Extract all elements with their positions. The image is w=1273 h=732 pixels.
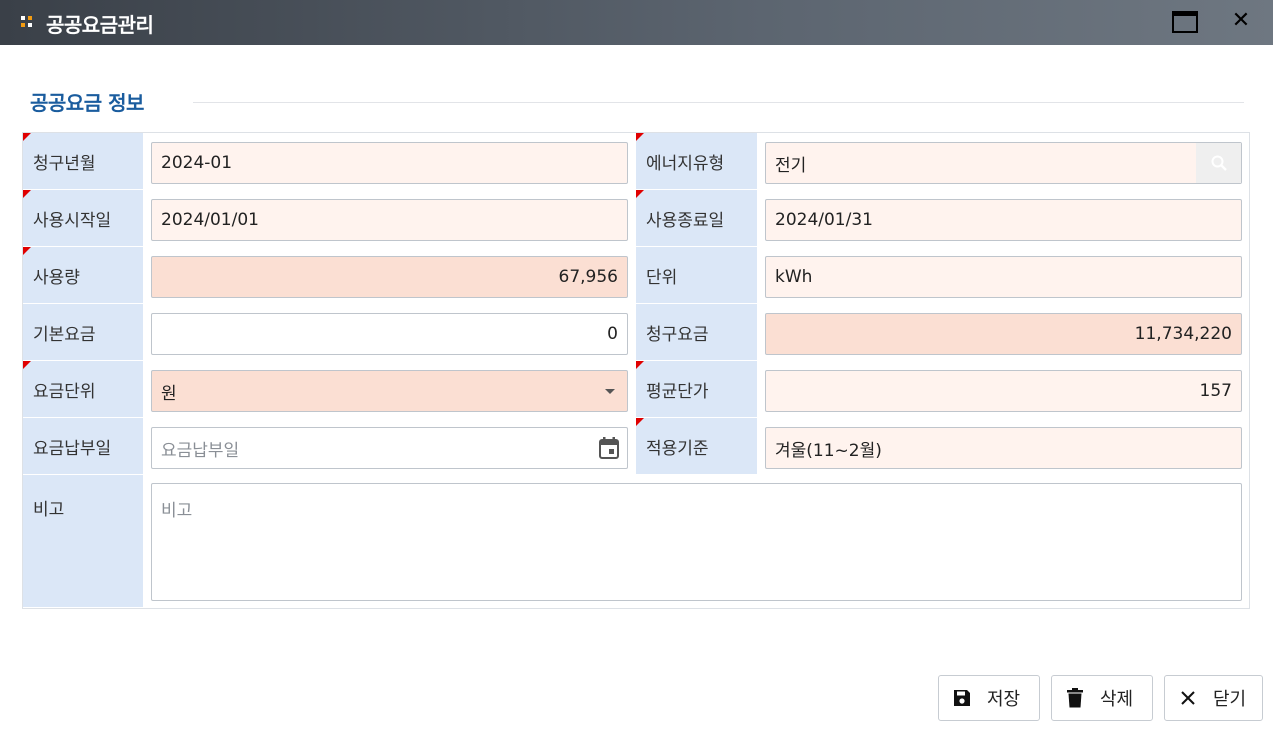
label-text: 적용기준 (646, 438, 709, 459)
window-titlebar: 공공요금관리 ✕ (0, 0, 1273, 45)
close-button-label: 닫기 (1213, 689, 1247, 710)
save-button[interactable]: 저장 (938, 675, 1040, 721)
label-payment-date: 요금납부일 (23, 418, 143, 475)
avg-unit-price-field[interactable]: 157 (765, 370, 1242, 412)
label-remarks: 비고 (23, 475, 143, 608)
close-button[interactable]: 닫기 (1164, 675, 1263, 721)
label-text: 에너지유형 (646, 153, 725, 174)
label-text: 사용종료일 (646, 210, 725, 231)
energy-type-field[interactable]: 전기 (765, 142, 1242, 184)
label-billed-amount: 청구요금 (636, 304, 757, 361)
label-text: 요금납부일 (33, 438, 112, 459)
apply-basis-field[interactable]: 겨울(11~2월) (765, 427, 1242, 469)
billed-amount-field[interactable]: 11,734,220 (765, 313, 1242, 355)
field-value: 2024/01/31 (775, 210, 873, 230)
label-text: 비고 (33, 500, 65, 520)
field-placeholder: 요금납부일 (161, 440, 240, 461)
calendar-icon[interactable] (599, 437, 619, 459)
base-fee-field[interactable]: 0 (151, 313, 628, 355)
label-unit: 단위 (636, 247, 757, 304)
label-end-date: 사용종료일 (636, 190, 757, 247)
trash-icon (1064, 687, 1086, 709)
field-value: 원 (161, 383, 177, 404)
field-value: kWh (775, 267, 813, 287)
field-value: 157 (1199, 381, 1232, 401)
label-text: 요금단위 (33, 381, 96, 402)
label-text: 청구년월 (33, 153, 96, 174)
delete-button[interactable]: 삭제 (1051, 675, 1153, 721)
start-date-field[interactable]: 2024/01/01 (151, 199, 628, 241)
label-text: 단위 (646, 267, 678, 288)
label-energy-type: 에너지유형 (636, 133, 757, 190)
chevron-down-icon (605, 389, 615, 394)
payment-date-field[interactable]: 요금납부일 (151, 427, 628, 469)
label-text: 청구요금 (646, 324, 709, 345)
section-title: 공공요금 정보 (30, 91, 144, 115)
end-date-field[interactable]: 2024/01/31 (765, 199, 1242, 241)
unit-field[interactable]: kWh (765, 256, 1242, 298)
grip-icon (21, 16, 33, 28)
field-value: 전기 (775, 155, 807, 176)
field-placeholder: 비고 (161, 501, 193, 521)
form-table: 청구년월 2024-01 에너지유형 전기 사용시작일 2024/01/01 사… (22, 132, 1250, 609)
label-text: 사용시작일 (33, 210, 112, 231)
field-value: 0 (607, 324, 618, 344)
field-value: 67,956 (558, 267, 618, 287)
search-icon[interactable] (1196, 143, 1241, 183)
label-base-fee: 기본요금 (23, 304, 143, 361)
field-value: 11,734,220 (1134, 324, 1232, 344)
delete-button-label: 삭제 (1100, 689, 1134, 710)
label-fee-unit: 요금단위 (23, 361, 143, 418)
billing-month-field[interactable]: 2024-01 (151, 142, 628, 184)
maximize-icon[interactable] (1172, 11, 1198, 33)
label-avg-unit-price: 평균단가 (636, 361, 757, 418)
field-value: 2024/01/01 (161, 210, 259, 230)
label-apply-basis: 적용기준 (636, 418, 757, 475)
section-divider (193, 102, 1244, 103)
label-text: 사용량 (33, 267, 80, 288)
save-button-label: 저장 (987, 689, 1021, 710)
label-text: 기본요금 (33, 324, 96, 345)
close-icon[interactable]: ✕ (1228, 8, 1254, 34)
label-billing-month: 청구년월 (23, 133, 143, 190)
label-text: 평균단가 (646, 381, 709, 402)
remarks-textarea[interactable]: 비고 (151, 483, 1242, 601)
fee-unit-select[interactable]: 원 (151, 370, 628, 412)
save-icon (951, 687, 973, 709)
label-usage: 사용량 (23, 247, 143, 304)
field-value: 겨울(11~2월) (775, 440, 882, 461)
usage-field[interactable]: 67,956 (151, 256, 628, 298)
label-start-date: 사용시작일 (23, 190, 143, 247)
field-value: 2024-01 (161, 153, 233, 173)
window-title: 공공요금관리 (46, 13, 154, 37)
close-icon (1177, 687, 1199, 709)
